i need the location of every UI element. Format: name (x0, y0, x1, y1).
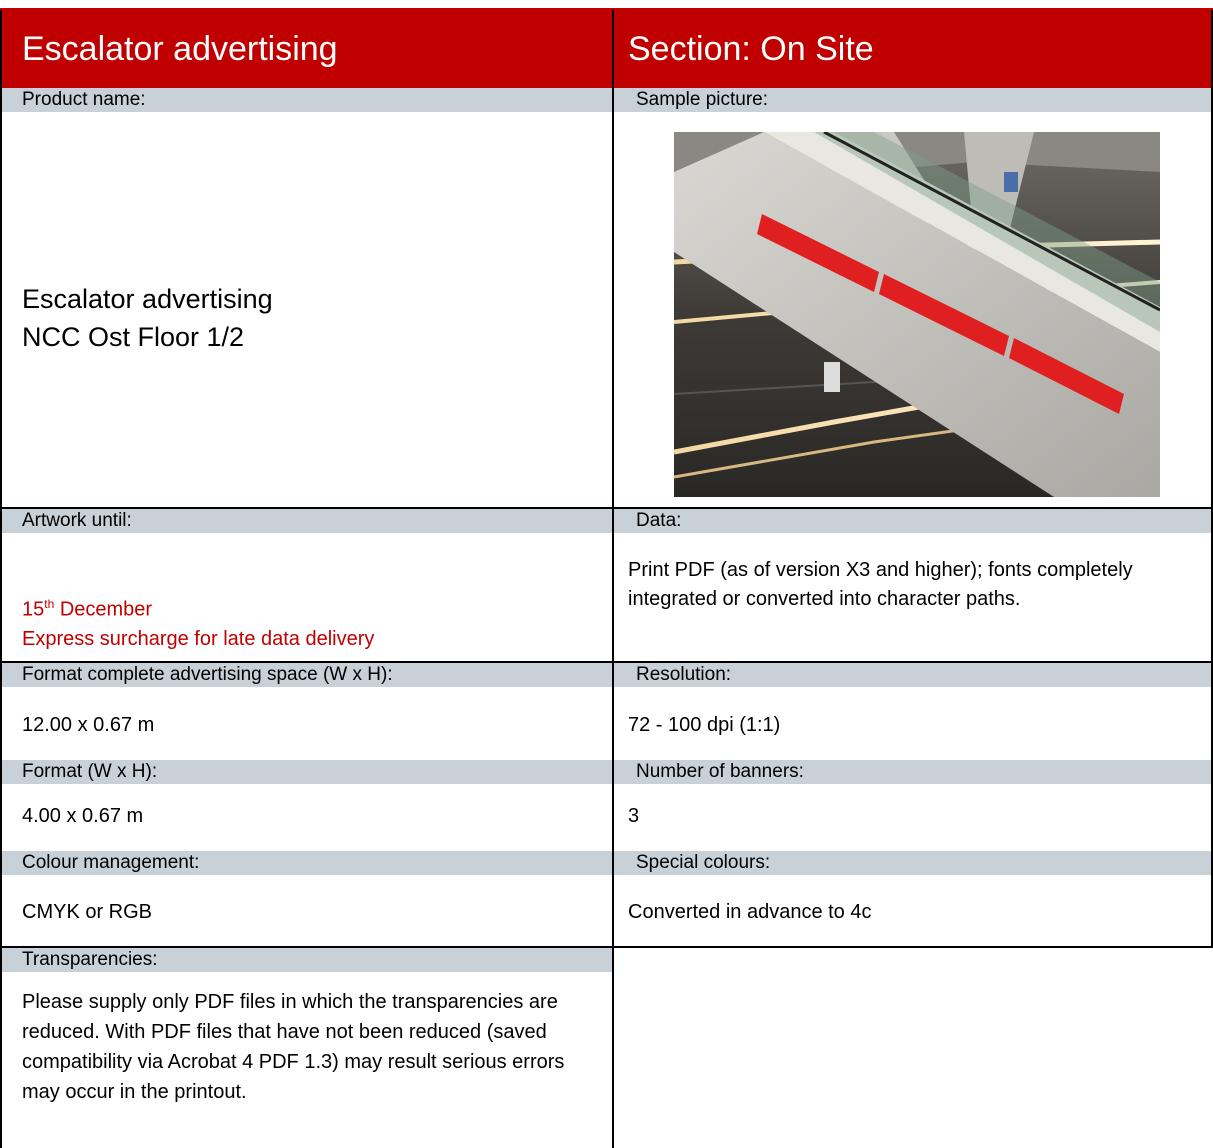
section-title: Section: On Site (628, 30, 874, 68)
table-border-top (0, 8, 1213, 10)
banners-label: Number of banners: (614, 760, 1213, 784)
product-name: Escalator advertising NCC Ost Floor 1/2 (22, 280, 273, 356)
table-border-left (0, 8, 2, 1148)
spec-sheet: Escalator advertising Section: On Site P… (0, 0, 1213, 1148)
product-name-line-1: Escalator advertising (22, 284, 273, 314)
colour-management-value: CMYK or RGB (22, 901, 153, 923)
artwork-date: 15th December (22, 590, 602, 625)
format-label: Format (W x H): (0, 760, 612, 784)
special-colours-label: Special colours: (614, 851, 1213, 875)
transparencies-value: Please supply only PDF files in which th… (22, 991, 565, 1103)
resolution-value: 72 - 100 dpi (1:1) (628, 714, 781, 736)
sample-picture (674, 132, 1160, 497)
data-value: Print PDF (as of version X3 and higher);… (628, 559, 1133, 610)
row-divider-1 (0, 507, 1213, 509)
page-title: Escalator advertising (22, 30, 338, 68)
colour-management-label: Colour management: (0, 851, 612, 875)
format-value: 4.00 x 0.67 m (22, 805, 144, 827)
artwork-month: December (54, 598, 153, 621)
row-divider-2 (0, 661, 1213, 663)
format-complete-label: Format complete advertising space (W x H… (0, 663, 612, 687)
format-complete-value: 12.00 x 0.67 m (22, 714, 155, 736)
transparencies-label: Transparencies: (0, 948, 612, 972)
product-name-label: Product name: (0, 88, 612, 112)
sample-picture-label: Sample picture: (614, 88, 1213, 112)
product-name-line-2: NCC Ost Floor 1/2 (22, 322, 245, 352)
table-divider (612, 8, 614, 1148)
special-colours-value: Converted in advance to 4c (628, 901, 872, 923)
artwork-day-suffix: th (44, 597, 55, 611)
artwork-note: Express surcharge for late data delivery (22, 627, 375, 650)
row-divider-3 (0, 946, 1213, 948)
artwork-day: 15 (22, 598, 45, 621)
artwork-label: Artwork until: (0, 509, 612, 533)
banners-value: 3 (628, 805, 640, 827)
resolution-label: Resolution: (614, 663, 1213, 687)
artwork-deadline: 15th December Express surcharge for late… (22, 590, 602, 654)
data-label: Data: (614, 509, 1213, 533)
